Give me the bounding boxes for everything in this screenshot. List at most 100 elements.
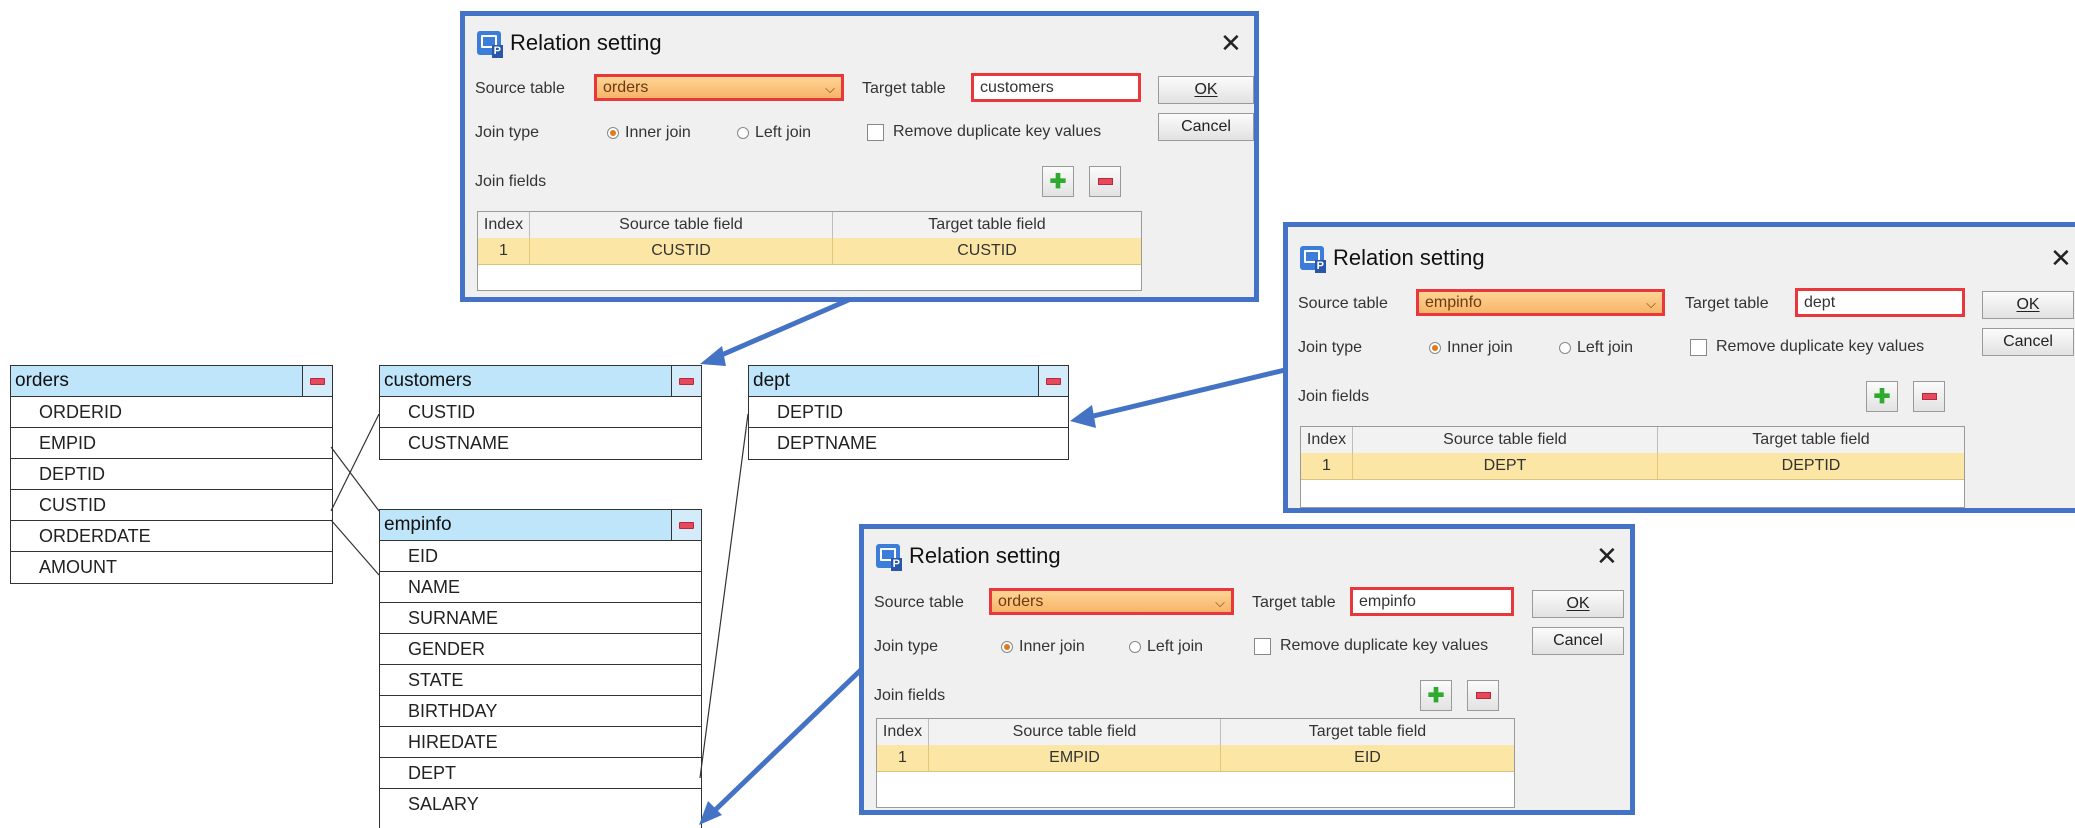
field-row[interactable]: CUSTID bbox=[380, 397, 701, 428]
source-field-column-header[interactable]: Source table field bbox=[929, 719, 1221, 745]
app-icon: P bbox=[876, 544, 902, 571]
source-table-label: Source table bbox=[1298, 295, 1388, 312]
target-field-column-header[interactable]: Target table field bbox=[833, 212, 1141, 238]
remove-duplicates-checkbox[interactable]: Remove duplicate key values bbox=[1690, 338, 1924, 356]
relation-line bbox=[330, 446, 380, 512]
left-join-label: Left join bbox=[755, 124, 812, 141]
remove-duplicates-checkbox[interactable]: Remove duplicate key values bbox=[867, 123, 1101, 141]
relation-dialog-empinfo-dept: P Relation setting ✕ Source table empinf… bbox=[1283, 222, 2075, 513]
table-row[interactable]: 1 EMPID EID bbox=[877, 745, 1514, 772]
source-table-select[interactable]: orders ⌵ bbox=[989, 588, 1234, 615]
collapse-button[interactable] bbox=[671, 510, 701, 540]
target-field-column-header[interactable]: Target table field bbox=[1658, 427, 1964, 453]
source-field-cell[interactable]: EMPID bbox=[929, 745, 1221, 771]
field-row[interactable]: SALARY bbox=[380, 789, 701, 820]
dialog-title: Relation setting bbox=[909, 543, 1061, 568]
table-row[interactable]: 1 CUSTID CUSTID bbox=[478, 238, 1141, 265]
cancel-label: Cancel bbox=[1181, 118, 1231, 135]
field-row[interactable]: GENDER bbox=[380, 634, 701, 665]
cancel-button[interactable]: Cancel bbox=[1158, 113, 1254, 141]
table-name: empinfo bbox=[384, 514, 452, 535]
table-name: dept bbox=[753, 370, 790, 391]
field-row[interactable]: ORDERID bbox=[11, 397, 332, 428]
ok-button[interactable]: OK bbox=[1158, 76, 1254, 104]
cancel-button[interactable]: Cancel bbox=[1982, 328, 2074, 356]
add-row-button[interactable]: ✚ bbox=[1420, 680, 1452, 711]
target-table-field[interactable]: dept bbox=[1795, 288, 1965, 317]
field-row[interactable]: DEPT bbox=[380, 758, 701, 789]
minus-icon bbox=[1475, 692, 1491, 699]
field-row[interactable]: DEPTID bbox=[11, 459, 332, 490]
cancel-button[interactable]: Cancel bbox=[1532, 627, 1624, 655]
left-join-radio[interactable]: Left join bbox=[1129, 638, 1203, 656]
source-field-column-header[interactable]: Source table field bbox=[1353, 427, 1658, 453]
remove-duplicates-checkbox[interactable]: Remove duplicate key values bbox=[1254, 637, 1488, 655]
minus-icon bbox=[1046, 377, 1061, 385]
source-field-cell[interactable]: CUSTID bbox=[530, 238, 833, 264]
chevron-down-icon: ⌵ bbox=[1646, 296, 1656, 311]
index-column-header[interactable]: Index bbox=[1301, 427, 1353, 453]
source-field-cell[interactable]: DEPT bbox=[1353, 453, 1658, 479]
source-field-column-header[interactable]: Source table field bbox=[530, 212, 833, 238]
index-column-header[interactable]: Index bbox=[478, 212, 530, 238]
add-row-button[interactable]: ✚ bbox=[1042, 166, 1074, 197]
field-row[interactable]: ORDERDATE bbox=[11, 521, 332, 552]
table-name: customers bbox=[384, 370, 472, 391]
field-row[interactable]: NAME bbox=[380, 572, 701, 603]
inner-join-radio[interactable]: Inner join bbox=[1429, 339, 1513, 357]
target-field-cell[interactable]: CUSTID bbox=[833, 238, 1141, 264]
close-icon[interactable]: ✕ bbox=[1220, 30, 1242, 56]
remove-row-button[interactable] bbox=[1467, 680, 1499, 711]
dialog-title: Relation setting bbox=[510, 30, 662, 55]
source-table-label: Source table bbox=[874, 594, 964, 611]
ok-button[interactable]: OK bbox=[1982, 291, 2074, 319]
collapse-button[interactable] bbox=[302, 366, 332, 396]
join-fields-grid: Index Source table field Target table fi… bbox=[876, 718, 1515, 808]
target-table-label: Target table bbox=[862, 80, 946, 97]
add-row-button[interactable]: ✚ bbox=[1866, 381, 1898, 412]
inner-join-radio[interactable]: Inner join bbox=[607, 124, 691, 142]
close-icon[interactable]: ✕ bbox=[2050, 245, 2072, 271]
field-row[interactable]: DEPTNAME bbox=[749, 428, 1068, 459]
field-row[interactable]: EMPID bbox=[11, 428, 332, 459]
join-type-label: Join type bbox=[874, 638, 939, 655]
field-row[interactable]: CUSTID bbox=[11, 490, 332, 521]
ok-button[interactable]: OK bbox=[1532, 590, 1624, 618]
target-field-column-header[interactable]: Target table field bbox=[1221, 719, 1514, 745]
source-table-label: Source table bbox=[475, 80, 565, 97]
field-row[interactable]: EID bbox=[380, 541, 701, 572]
relation-line bbox=[330, 519, 380, 576]
field-row[interactable]: CUSTNAME bbox=[380, 428, 701, 459]
table-row[interactable]: 1 DEPT DEPTID bbox=[1301, 453, 1964, 480]
remove-row-button[interactable] bbox=[1089, 166, 1121, 197]
join-fields-grid: Index Source table field Target table fi… bbox=[477, 211, 1142, 291]
remove-duplicates-label: Remove duplicate key values bbox=[1716, 338, 1925, 355]
left-join-radio[interactable]: Left join bbox=[737, 124, 811, 142]
remove-duplicates-label: Remove duplicate key values bbox=[1280, 637, 1489, 654]
collapse-button[interactable] bbox=[1038, 366, 1068, 396]
dialog-title-bar: P Relation setting bbox=[876, 543, 1061, 571]
dialog-title: Relation setting bbox=[1333, 245, 1485, 270]
left-join-label: Left join bbox=[1577, 339, 1634, 356]
left-join-radio[interactable]: Left join bbox=[1559, 339, 1633, 357]
source-table-select[interactable]: orders ⌵ bbox=[594, 74, 844, 101]
target-table-field[interactable]: empinfo bbox=[1350, 587, 1514, 616]
close-icon[interactable]: ✕ bbox=[1596, 543, 1618, 569]
field-row[interactable]: BIRTHDAY bbox=[380, 696, 701, 727]
arrowhead bbox=[700, 346, 726, 366]
target-table-field[interactable]: customers bbox=[971, 73, 1141, 102]
field-row[interactable]: SURNAME bbox=[380, 603, 701, 634]
field-row[interactable]: STATE bbox=[380, 665, 701, 696]
field-row[interactable]: HIREDATE bbox=[380, 727, 701, 758]
field-row[interactable]: AMOUNT bbox=[11, 552, 332, 583]
target-field-cell[interactable]: DEPTID bbox=[1658, 453, 1964, 479]
ok-label: OK bbox=[1566, 595, 1590, 612]
target-field-cell[interactable]: EID bbox=[1221, 745, 1514, 771]
index-column-header[interactable]: Index bbox=[877, 719, 929, 745]
collapse-button[interactable] bbox=[671, 366, 701, 396]
field-row[interactable]: DEPTID bbox=[749, 397, 1068, 428]
source-table-select[interactable]: empinfo ⌵ bbox=[1416, 289, 1665, 316]
chevron-down-icon: ⌵ bbox=[825, 81, 835, 96]
inner-join-radio[interactable]: Inner join bbox=[1001, 638, 1085, 656]
remove-row-button[interactable] bbox=[1913, 381, 1945, 412]
